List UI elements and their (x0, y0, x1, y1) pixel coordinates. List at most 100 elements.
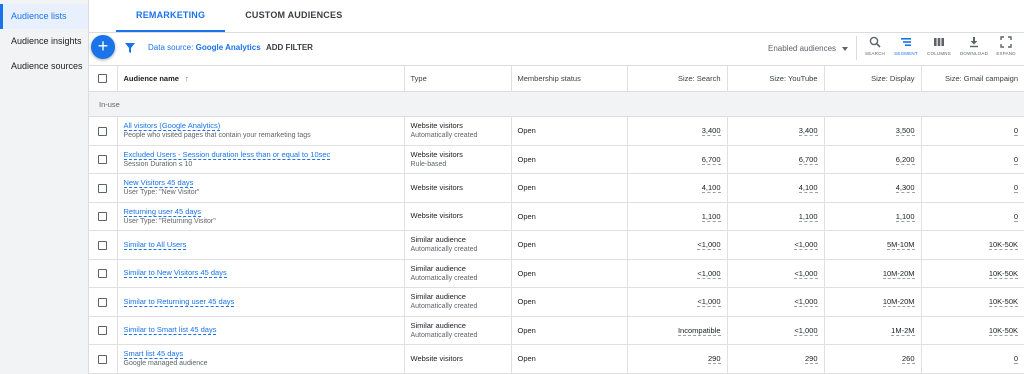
row-checkbox[interactable] (98, 326, 108, 335)
size-gmail-cell: 0 (921, 202, 1024, 231)
audience-type: Website visitors (410, 149, 463, 159)
expand-icon (1000, 36, 1012, 48)
size-gmail-cell: 10K-50K (921, 231, 1024, 260)
segment-tool[interactable]: SEGMENT (888, 36, 924, 56)
audience-description: User Type: "New Visitor" (123, 189, 200, 197)
table-row[interactable]: All visitors (Google Analytics) People wh… (89, 116, 1024, 145)
size-gmail-cell: 0 (921, 345, 1024, 374)
size-display: 4,300 (895, 183, 915, 194)
row-checkbox[interactable] (98, 212, 108, 221)
size-youtube: <1,000 (794, 325, 818, 336)
table-row[interactable]: Similar to All Users Similar audience Auto… (89, 230, 1024, 260)
download-tool-label: DOWNLOAD (959, 51, 989, 56)
table-row[interactable]: Smart list 45 days Google managed audienc… (89, 344, 1024, 374)
header-size-search[interactable]: Size: Search (627, 65, 728, 92)
add-button[interactable]: + (91, 35, 115, 59)
audience-type: Similar audience (410, 320, 466, 330)
header-size-gmail[interactable]: Size: Gmail campaign (921, 66, 1024, 92)
size-search-cell: <1,000 (627, 287, 728, 316)
size-gmail: 0 (1013, 126, 1018, 137)
size-gmail-cell: 0 (921, 174, 1024, 203)
row-select-cell (89, 202, 118, 231)
type-cell: Website visitors (404, 202, 512, 231)
row-checkbox[interactable] (98, 126, 108, 136)
add-filter-button[interactable]: ADD FILTER (266, 43, 313, 52)
size-youtube: 6,700 (798, 154, 818, 165)
columns-icon (934, 38, 944, 46)
row-checkbox[interactable] (98, 354, 108, 364)
size-display-cell: 1,100 (824, 202, 922, 231)
size-display-cell: 10M-20M (824, 259, 922, 288)
table-header-row: Audience name ↑ Type Membership status S… (89, 65, 1024, 92)
row-select-cell (89, 316, 118, 345)
expand-tool[interactable]: EXPAND (988, 36, 1024, 56)
size-search-cell: <1,000 (627, 230, 728, 259)
membership-status: Open (511, 173, 628, 202)
tab-bar: REMARKETING CUSTOM AUDIENCES (89, 0, 1024, 33)
tab-custom-audiences[interactable]: CUSTOM AUDIENCES (225, 0, 362, 32)
filter-icon[interactable] (124, 42, 136, 54)
size-youtube: <1,000 (794, 268, 818, 279)
audience-name-link[interactable]: All visitors (Google Analytics) (123, 121, 221, 132)
table-row[interactable]: Returning user 45 days User Type: "Return… (89, 202, 1024, 231)
audience-name-cell: Similar to All Users (117, 230, 405, 259)
nav-item-audience-sources[interactable]: Audience sources (0, 54, 88, 79)
membership-status: Open (511, 344, 628, 373)
size-display: 5M-10M (886, 240, 915, 251)
data-source-filter[interactable]: Data source: Google Analytics (148, 43, 261, 52)
row-checkbox[interactable] (98, 269, 108, 278)
audience-name-link[interactable]: New Visitors 45 days (123, 178, 194, 189)
audience-name-link[interactable]: Similar to New Visitors 45 days (123, 268, 227, 279)
size-youtube-cell: <1,000 (727, 287, 825, 316)
size-display-cell: 10M-20M (824, 287, 922, 316)
nav-item-audience-lists[interactable]: Audience lists (0, 4, 88, 29)
size-gmail: 10K-50K (988, 297, 1018, 308)
size-gmail: 0 (1013, 354, 1018, 365)
header-size-display[interactable]: Size: Display (824, 65, 922, 92)
row-checkbox[interactable] (98, 155, 108, 164)
audience-name-link[interactable]: Excluded Users - Session duration less t… (123, 149, 331, 160)
table-row[interactable]: Similar to Returning user 45 days Similar… (89, 287, 1024, 316)
size-search: <1,000 (697, 268, 721, 279)
columns-tool[interactable]: COLUMNS (921, 36, 957, 56)
audience-type: Website visitors (410, 353, 463, 363)
audience-name-link[interactable]: Similar to Smart list 45 days (123, 325, 217, 336)
size-search: 6,700 (701, 154, 721, 165)
download-tool[interactable]: DOWNLOAD (956, 36, 992, 56)
nav-item-audience-insights[interactable]: Audience insights (0, 29, 88, 54)
audience-description: Session Duration ≤ 10 (123, 160, 193, 168)
row-checkbox[interactable] (98, 297, 108, 307)
tab-remarketing[interactable]: REMARKETING (116, 0, 226, 32)
audience-type-detail: Automatically created (410, 246, 478, 254)
size-search-cell: 3,400 (627, 116, 728, 145)
table-row[interactable]: Similar to Smart list 45 days Similar aud… (89, 316, 1024, 345)
audience-name-link[interactable]: Similar to All Users (123, 239, 187, 250)
audience-name-cell: Excluded Users - Session duration less t… (117, 145, 405, 174)
table-row[interactable]: Excluded Users - Session duration less t… (89, 145, 1024, 174)
group-row-in-use: In-use (89, 91, 1024, 117)
table-row[interactable]: Similar to New Visitors 45 days Similar a… (89, 259, 1024, 288)
row-checkbox[interactable] (98, 240, 108, 250)
header-size-youtube[interactable]: Size: YouTube (727, 65, 825, 92)
size-search: <1,000 (697, 297, 721, 308)
size-display: 10M-20M (882, 297, 915, 308)
header-membership-status[interactable]: Membership status (511, 65, 628, 92)
size-search: <1,000 (697, 240, 721, 251)
size-display-cell: 260 (824, 344, 922, 373)
row-checkbox[interactable] (98, 183, 108, 193)
audience-type-detail: Rule-based (410, 160, 447, 168)
size-search: Incompatible (677, 325, 721, 336)
table-row[interactable]: New Visitors 45 days User Type: "New Visi… (89, 173, 1024, 203)
audience-name-link[interactable]: Returning user 45 days (123, 206, 202, 217)
status-filter-dropdown[interactable]: Enabled audiences (768, 44, 849, 53)
select-all-checkbox[interactable] (98, 74, 108, 84)
header-audience-name[interactable]: Audience name ↑ (117, 65, 405, 92)
header-type[interactable]: Type (404, 65, 512, 92)
audience-type: Similar audience (410, 263, 466, 273)
segment-icon (901, 38, 911, 46)
audience-name-link[interactable]: Smart list 45 days (123, 349, 184, 360)
audience-name-link[interactable]: Similar to Returning user 45 days (123, 296, 235, 307)
size-youtube-cell: <1,000 (727, 230, 825, 259)
audience-type: Similar audience (410, 235, 466, 245)
size-display: 260 (901, 354, 915, 365)
